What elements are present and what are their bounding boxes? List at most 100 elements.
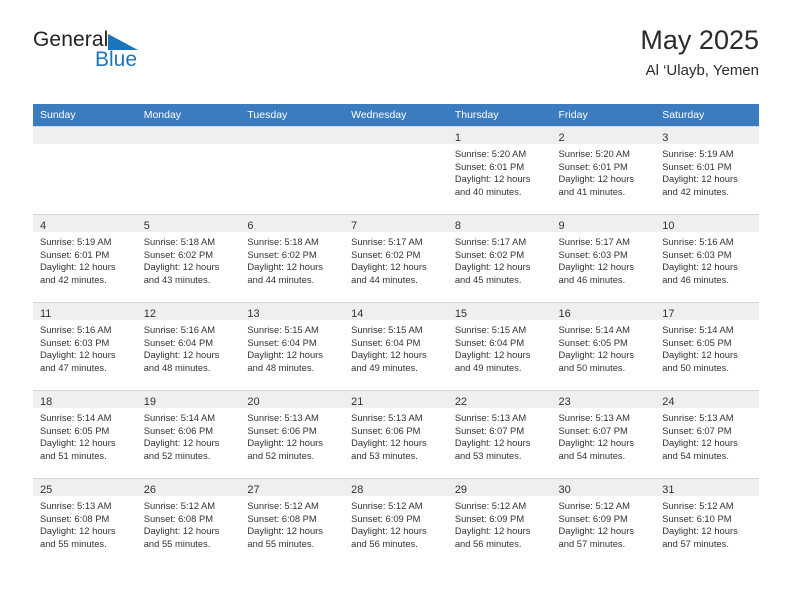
day-cell-inner: 4 Sunrise: 5:19 AM Sunset: 6:01 PM Daylight… xyxy=(33,214,137,302)
day-cell-inner: 17 Sunrise: 5:14 AM Sunset: 6:05 PM Dayligh… xyxy=(655,302,759,390)
calendar-day-cell[interactable]: 21 Sunrise: 5:13 AM Sunset: 6:06 PM Dayligh… xyxy=(344,390,448,478)
day-detail-line: and 53 minutes. xyxy=(454,449,522,461)
day-cell-details: Sunrise: 5:15 AM Sunset: 6:04 PM Daylight:… xyxy=(448,320,552,374)
day-cell-inner xyxy=(344,126,448,214)
page-header: General Blue May 2025 Al ‘Ulayb, Yemen xyxy=(33,25,759,90)
calendar-day-cell[interactable]: 4 Sunrise: 5:19 AM Sunset: 6:01 PM Daylight… xyxy=(33,214,137,302)
day-number-bar: 17 xyxy=(655,303,759,320)
day-detail-line: and 54 minutes. xyxy=(662,449,729,461)
day-cell-inner: 14 Sunrise: 5:15 AM Sunset: 6:04 PM Dayligh… xyxy=(344,302,448,390)
page-subtitle: Al ‘Ulayb, Yemen xyxy=(645,62,759,79)
day-cell-details: Sunrise: 5:12 AM Sunset: 6:09 PM Daylight:… xyxy=(552,496,656,550)
day-cell-details: Sunrise: 5:12 AM Sunset: 6:08 PM Daylight:… xyxy=(240,496,344,550)
day-number: 18 xyxy=(40,396,53,408)
day-cell-details: Sunrise: 5:17 AM Sunset: 6:03 PM Daylight:… xyxy=(552,232,656,286)
calendar-day-cell[interactable]: 31 Sunrise: 5:12 AM Sunset: 6:10 PM Dayligh… xyxy=(655,478,759,566)
day-cell-inner: 27 Sunrise: 5:12 AM Sunset: 6:08 PM Dayligh… xyxy=(240,478,345,566)
calendar-day-cell[interactable]: 28 Sunrise: 5:12 AM Sunset: 6:09 PM Dayligh… xyxy=(344,478,448,566)
day-cell-details: Sunrise: 5:20 AM Sunset: 6:01 PM Daylight:… xyxy=(552,144,656,198)
day-cell-details: Sunrise: 5:12 AM Sunset: 6:09 PM Daylight:… xyxy=(448,496,552,550)
day-detail-line: Daylight: 12 hours xyxy=(143,437,220,449)
calendar-day-cell[interactable]: 3 Sunrise: 5:19 AM Sunset: 6:01 PM Daylight… xyxy=(655,126,759,214)
day-detail-line: Sunset: 6:03 PM xyxy=(558,248,628,260)
day-detail-line: Sunset: 6:04 PM xyxy=(143,336,214,348)
day-cell-inner: 2 Sunrise: 5:20 AM Sunset: 6:01 PM Daylight… xyxy=(551,126,656,214)
calendar-day-cell[interactable]: 18 Sunrise: 5:14 AM Sunset: 6:05 PM Dayligh… xyxy=(33,390,137,478)
calendar-day-cell[interactable]: 19 Sunrise: 5:14 AM Sunset: 6:06 PM Dayligh… xyxy=(136,390,241,478)
day-detail-line: and 50 minutes. xyxy=(558,361,626,373)
calendar-day-cell[interactable]: 25 Sunrise: 5:13 AM Sunset: 6:08 PM Dayligh… xyxy=(33,478,137,566)
day-detail-line: and 45 minutes. xyxy=(454,273,522,285)
weekday-header-friday: Friday xyxy=(551,104,656,126)
day-number-bar: 22 xyxy=(447,391,552,408)
day-number: 27 xyxy=(247,484,260,496)
day-number-bar xyxy=(344,127,448,144)
day-detail-line: Sunrise: 5:13 AM xyxy=(351,412,423,423)
day-cell-details: Sunrise: 5:13 AM Sunset: 6:07 PM Daylight:… xyxy=(448,408,552,462)
day-detail-line: Daylight: 12 hours xyxy=(558,261,635,273)
calendar-day-cell[interactable]: 6 Sunrise: 5:18 AM Sunset: 6:02 PM Daylight… xyxy=(240,214,345,302)
calendar-day-cell[interactable]: 5 Sunrise: 5:18 AM Sunset: 6:02 PM Daylight… xyxy=(136,214,241,302)
day-detail-line: Sunset: 6:09 PM xyxy=(351,512,421,524)
weekday-header-sunday: Sunday xyxy=(33,104,137,126)
day-detail-line: Sunrise: 5:16 AM xyxy=(662,236,734,247)
calendar-page: General Blue May 2025 Al ‘Ulayb, Yemen S… xyxy=(0,0,792,612)
day-cell-details xyxy=(344,144,448,148)
calendar-day-cell[interactable]: 12 Sunrise: 5:16 AM Sunset: 6:04 PM Dayligh… xyxy=(136,302,241,390)
day-cell-details: Sunrise: 5:12 AM Sunset: 6:08 PM Daylight:… xyxy=(137,496,241,550)
day-detail-line: and 40 minutes. xyxy=(454,185,522,197)
day-detail-line: Sunrise: 5:17 AM xyxy=(558,236,630,247)
calendar-day-cell[interactable]: 24 Sunrise: 5:13 AM Sunset: 6:07 PM Dayligh… xyxy=(655,390,759,478)
calendar-week-row: 4 Sunrise: 5:19 AM Sunset: 6:01 PM Daylight… xyxy=(33,214,759,302)
calendar-day-cell[interactable]: 22 Sunrise: 5:13 AM Sunset: 6:07 PM Dayligh… xyxy=(447,390,552,478)
day-detail-line: Daylight: 12 hours xyxy=(558,437,635,449)
day-detail-line: Sunrise: 5:14 AM xyxy=(662,324,734,335)
day-detail-line: Daylight: 12 hours xyxy=(558,349,635,361)
calendar-day-cell[interactable]: 9 Sunrise: 5:17 AM Sunset: 6:03 PM Daylight… xyxy=(551,214,656,302)
calendar-day-cell[interactable]: 30 Sunrise: 5:12 AM Sunset: 6:09 PM Dayligh… xyxy=(551,478,656,566)
calendar-day-cell[interactable]: 11 Sunrise: 5:16 AM Sunset: 6:03 PM Dayligh… xyxy=(33,302,137,390)
calendar-day-cell[interactable]: 8 Sunrise: 5:17 AM Sunset: 6:02 PM Daylight… xyxy=(447,214,552,302)
calendar-day-cell[interactable]: 27 Sunrise: 5:12 AM Sunset: 6:08 PM Dayligh… xyxy=(240,478,345,566)
day-cell-inner: 28 Sunrise: 5:12 AM Sunset: 6:09 PM Dayligh… xyxy=(344,478,448,566)
day-number: 9 xyxy=(558,220,565,232)
day-cell-inner xyxy=(136,126,241,214)
brand-logo: General Blue xyxy=(33,28,253,71)
calendar-day-cell[interactable]: 10 Sunrise: 5:16 AM Sunset: 6:03 PM Dayligh… xyxy=(655,214,759,302)
day-detail-line: Sunset: 6:09 PM xyxy=(558,512,628,524)
calendar-day-cell[interactable]: 13 Sunrise: 5:15 AM Sunset: 6:04 PM Dayligh… xyxy=(240,302,345,390)
calendar-day-cell[interactable]: 26 Sunrise: 5:12 AM Sunset: 6:08 PM Dayligh… xyxy=(136,478,241,566)
calendar-day-cell[interactable]: 1 Sunrise: 5:20 AM Sunset: 6:01 PM Daylight… xyxy=(447,126,552,214)
day-detail-line: and 44 minutes. xyxy=(247,273,315,285)
day-cell-inner: 5 Sunrise: 5:18 AM Sunset: 6:02 PM Daylight… xyxy=(136,214,241,302)
day-number-bar: 19 xyxy=(136,391,241,408)
day-detail-line: and 44 minutes. xyxy=(351,273,418,285)
calendar-day-cell[interactable]: 7 Sunrise: 5:17 AM Sunset: 6:02 PM Daylight… xyxy=(344,214,448,302)
day-detail-line: Daylight: 12 hours xyxy=(454,261,531,273)
calendar-day-cell[interactable]: 15 Sunrise: 5:15 AM Sunset: 6:04 PM Dayligh… xyxy=(447,302,552,390)
calendar-day-cell[interactable]: 29 Sunrise: 5:12 AM Sunset: 6:09 PM Dayligh… xyxy=(447,478,552,566)
day-number-bar: 30 xyxy=(551,479,656,496)
day-number-bar: 31 xyxy=(655,479,759,496)
day-number: 6 xyxy=(247,220,254,232)
calendar-day-cell[interactable]: 2 Sunrise: 5:20 AM Sunset: 6:01 PM Daylight… xyxy=(551,126,656,214)
day-detail-line: and 51 minutes. xyxy=(40,449,107,461)
calendar-day-cell[interactable]: 17 Sunrise: 5:14 AM Sunset: 6:05 PM Dayligh… xyxy=(655,302,759,390)
day-detail-line: Sunrise: 5:17 AM xyxy=(454,236,527,247)
day-cell-details: Sunrise: 5:16 AM Sunset: 6:03 PM Daylight:… xyxy=(655,232,759,286)
calendar-day-cell[interactable]: 16 Sunrise: 5:14 AM Sunset: 6:05 PM Dayligh… xyxy=(551,302,656,390)
day-cell-inner: 1 Sunrise: 5:20 AM Sunset: 6:01 PM Daylight… xyxy=(447,126,552,214)
day-number: 7 xyxy=(351,220,358,232)
day-detail-line: Sunset: 6:02 PM xyxy=(454,248,525,260)
day-cell-inner: 16 Sunrise: 5:14 AM Sunset: 6:05 PM Dayligh… xyxy=(551,302,656,390)
day-number: 14 xyxy=(351,308,364,320)
day-detail-line: Sunrise: 5:15 AM xyxy=(454,324,527,335)
day-detail-line: Daylight: 12 hours xyxy=(40,261,116,273)
day-cell-inner: 29 Sunrise: 5:12 AM Sunset: 6:09 PM Dayligh… xyxy=(447,478,552,566)
day-detail-line: and 49 minutes. xyxy=(351,361,418,373)
calendar-day-cell[interactable]: 23 Sunrise: 5:13 AM Sunset: 6:07 PM Dayligh… xyxy=(551,390,656,478)
calendar-day-cell[interactable]: 20 Sunrise: 5:13 AM Sunset: 6:06 PM Dayligh… xyxy=(240,390,345,478)
day-detail-line: Sunrise: 5:13 AM xyxy=(454,412,527,423)
day-number: 24 xyxy=(662,396,675,408)
calendar-day-cell[interactable]: 14 Sunrise: 5:15 AM Sunset: 6:04 PM Dayligh… xyxy=(344,302,448,390)
